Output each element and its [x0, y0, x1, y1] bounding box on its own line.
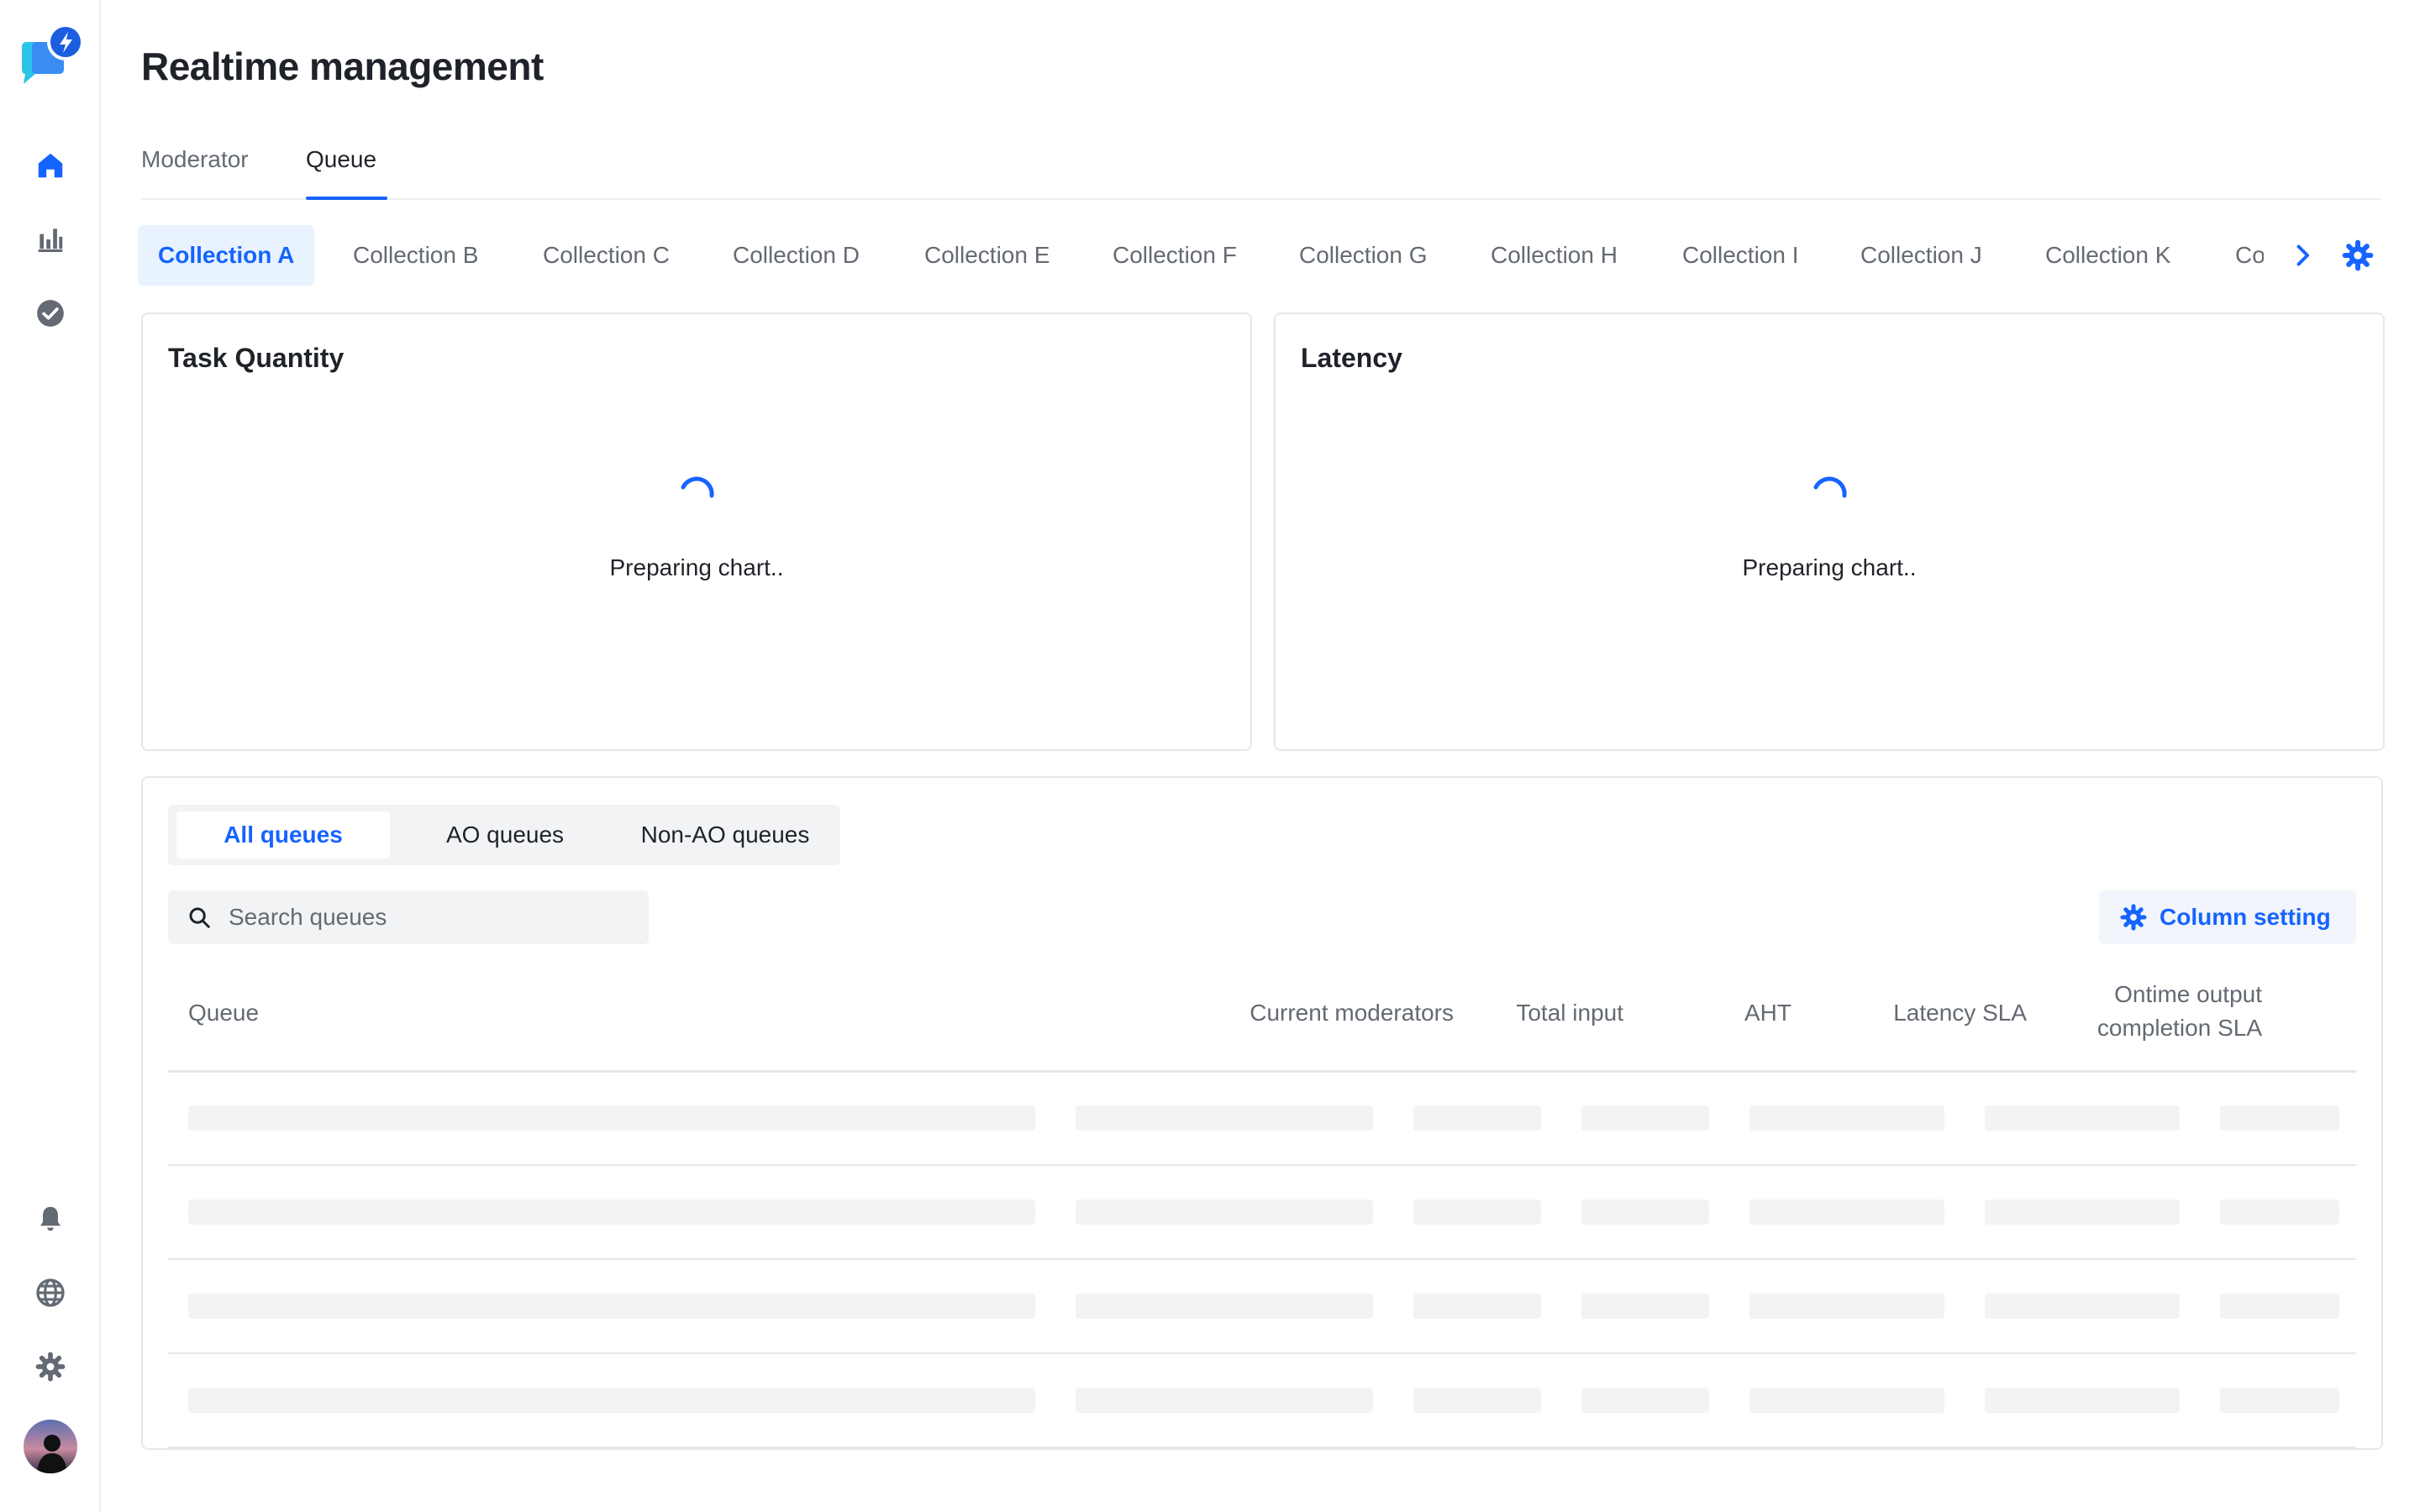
skeleton-cell — [1581, 1388, 1709, 1413]
gear-icon[interactable] — [31, 1347, 70, 1386]
column-header-ontime-output-completion-sla[interactable]: Ontime output completion SLA — [1983, 978, 2262, 1045]
collection-tab-b[interactable]: Collection B — [353, 225, 478, 286]
chart-loading-text: Preparing chart.. — [1742, 554, 1917, 580]
chevron-right-icon[interactable] — [2287, 240, 2317, 270]
skeleton-cell — [188, 1200, 1035, 1225]
skeleton-cell — [1413, 1294, 1541, 1319]
queue-table-card: All queues AO queues Non-AO queues Colum… — [141, 776, 2383, 1450]
skeleton-cell — [188, 1294, 1035, 1319]
table-header: Queue Current moderators Total input AHT… — [168, 969, 2356, 1073]
collection-tab-i[interactable]: Collection I — [1682, 225, 1799, 286]
user-avatar[interactable] — [24, 1420, 77, 1473]
skeleton-cell — [1076, 1105, 1373, 1131]
collection-tab-j[interactable]: Collection J — [1860, 225, 1982, 286]
check-circle-icon[interactable] — [31, 294, 70, 333]
skeleton-cell — [2220, 1105, 2339, 1131]
skeleton-cell — [1581, 1294, 1709, 1319]
filter-non-ao-queues[interactable]: Non-AO queues — [618, 811, 832, 858]
card-title: Latency — [1301, 343, 1402, 373]
skeleton-cell — [1749, 1200, 1944, 1225]
collection-tab-e[interactable]: Collection E — [924, 225, 1050, 286]
skeleton-cell — [1413, 1200, 1541, 1225]
skeleton-cell — [1413, 1388, 1541, 1413]
column-header-total-input[interactable]: Total input — [1496, 996, 1623, 1030]
collection-tab-c[interactable]: Collection C — [543, 225, 670, 286]
globe-icon[interactable] — [31, 1273, 70, 1312]
task-quantity-card: Task Quantity Preparing chart.. — [141, 312, 1252, 751]
loading-spinner-icon — [671, 470, 722, 521]
page-title: Realtime management — [141, 45, 544, 88]
collection-tab-h[interactable]: Collection H — [1491, 225, 1618, 286]
tab-moderator[interactable]: Moderator — [141, 146, 249, 173]
skeleton-cell — [1749, 1105, 1944, 1131]
table-row-loading — [168, 1070, 2356, 1166]
chat-bolt-logo-icon[interactable] — [18, 22, 84, 89]
filter-ao-queues[interactable]: AO queues — [398, 811, 612, 858]
active-tab-indicator — [306, 197, 387, 200]
collection-tab-f[interactable]: Collection F — [1113, 225, 1237, 286]
skeleton-cell — [1749, 1294, 1944, 1319]
loading-spinner-icon — [1804, 470, 1854, 521]
skeleton-cell — [2220, 1200, 2339, 1225]
skeleton-cell — [1076, 1200, 1373, 1225]
skeleton-cell — [1581, 1105, 1709, 1131]
column-setting-button[interactable]: Column setting — [2099, 890, 2356, 944]
skeleton-cell — [1985, 1105, 2180, 1131]
search-input[interactable] — [229, 890, 632, 944]
tab-queue[interactable]: Queue — [306, 146, 376, 173]
column-header-line: Ontime output — [2114, 981, 2262, 1007]
skeleton-cell — [1581, 1200, 1709, 1225]
skeleton-cell — [188, 1105, 1035, 1131]
skeleton-cell — [1413, 1105, 1541, 1131]
skeleton-cell — [1985, 1294, 2180, 1319]
collection-settings-gear-icon[interactable] — [2341, 239, 2375, 272]
bar-chart-icon[interactable] — [31, 220, 70, 259]
column-header-aht[interactable]: AHT — [1664, 996, 1791, 1030]
collection-tab-g[interactable]: Collection G — [1299, 225, 1428, 286]
latency-card: Latency Preparing chart.. — [1274, 312, 2385, 751]
column-header-current-moderators[interactable]: Current moderators — [1092, 996, 1454, 1030]
column-setting-label: Column setting — [2160, 904, 2331, 930]
gear-icon — [2119, 903, 2148, 932]
table-row-loading — [168, 1258, 2356, 1354]
home-icon[interactable] — [31, 146, 70, 185]
column-header-queue[interactable]: Queue — [188, 996, 259, 1030]
chart-loading-text: Preparing chart.. — [609, 554, 784, 580]
skeleton-cell — [1985, 1200, 2180, 1225]
skeleton-cell — [1985, 1388, 2180, 1413]
skeleton-cell — [2220, 1294, 2339, 1319]
sidebar — [0, 0, 101, 1512]
search-box — [168, 890, 649, 944]
collection-tab-k[interactable]: Collection K — [2045, 225, 2170, 286]
skeleton-cell — [1076, 1388, 1373, 1413]
collection-tab-l[interactable]: Collection L — [2235, 225, 2264, 286]
collection-tab-a[interactable]: Collection A — [138, 225, 315, 286]
skeleton-cell — [1076, 1294, 1373, 1319]
table-row-loading — [168, 1164, 2356, 1260]
table-row-loading — [168, 1352, 2356, 1448]
card-title: Task Quantity — [168, 343, 345, 373]
column-header-line: completion SLA — [2096, 1015, 2262, 1041]
collection-tab-d[interactable]: Collection D — [733, 225, 860, 286]
skeleton-cell — [2220, 1388, 2339, 1413]
bell-icon[interactable] — [31, 1200, 70, 1238]
filter-all-queues[interactable]: All queues — [176, 811, 390, 858]
collection-tabs: Collection A Collection B Collection C C… — [138, 225, 2264, 286]
queue-filter-segmented: All queues AO queues Non-AO queues — [168, 805, 840, 865]
top-tabs: Moderator Queue — [141, 139, 2381, 200]
search-icon — [187, 905, 212, 930]
skeleton-cell — [1749, 1388, 1944, 1413]
skeleton-cell — [188, 1388, 1035, 1413]
